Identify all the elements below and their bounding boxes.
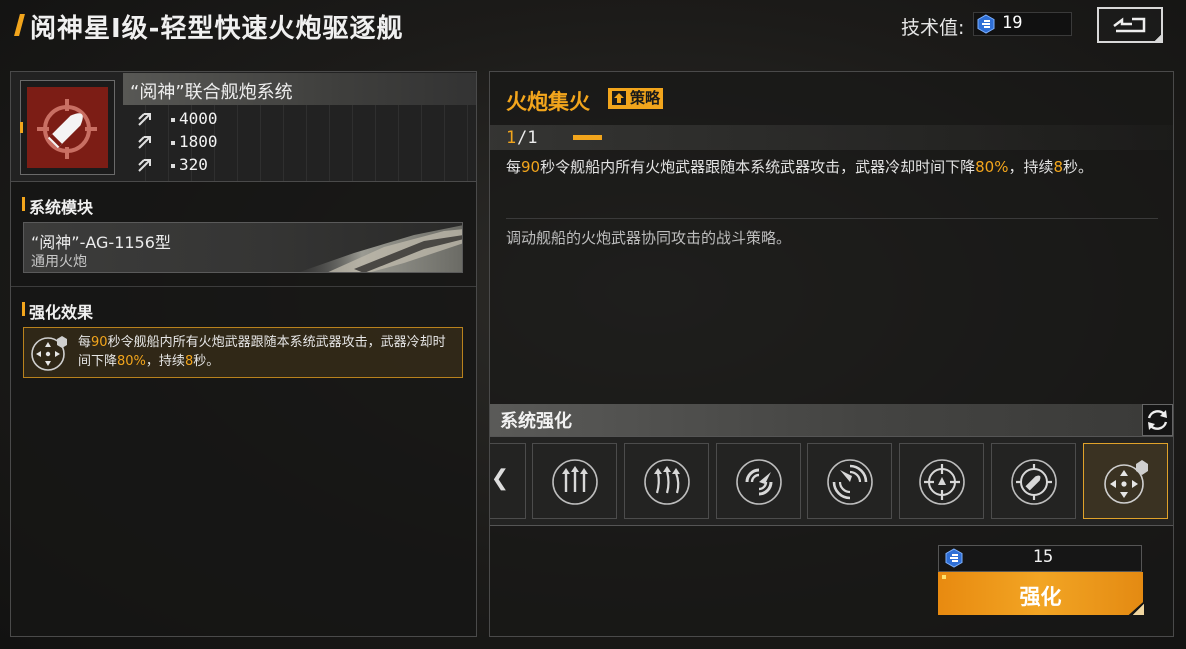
level-bar [573, 135, 602, 140]
triple-arrow-up-icon [552, 459, 598, 505]
module-name: “阅神”-AG-1156型 [31, 233, 171, 252]
upgrade-button-label: 强化 [1019, 585, 1062, 609]
stat-arrow-icon [138, 159, 151, 172]
radar-sweep-icon [736, 459, 782, 505]
refresh-button[interactable] [1142, 404, 1173, 436]
stat-arrow-icon [138, 136, 151, 149]
module-type: 通用火炮 [31, 254, 87, 270]
upgrade-slot[interactable] [807, 443, 892, 519]
page-title: 阅神星I级-轻型快速火炮驱逐舰 [30, 14, 404, 44]
crosshair-target-icon [919, 459, 965, 505]
effect-section-title: 强化效果 [29, 303, 94, 322]
tech-points-icon [977, 14, 995, 34]
stat-value: 320 [171, 155, 208, 174]
strategy-title: 火炮集火 [506, 90, 590, 114]
tech-value-label: 技术值: [901, 17, 965, 39]
upgrade-cost: 15 [1032, 547, 1054, 567]
fire-focus-icon [31, 336, 67, 371]
section-divider [11, 286, 476, 287]
strategy-flavor-text: 调动舰船的火炮武器协同攻击的战斗策略。 [506, 229, 792, 247]
triple-arrow-up-wave-icon [644, 459, 690, 505]
section-accent-bar [22, 302, 25, 316]
selected-indicator [20, 122, 23, 133]
level-max: /1 [517, 128, 538, 148]
system-upgrade-bar [490, 404, 1173, 436]
upgrade-button-corner [1133, 604, 1144, 615]
strategy-description: 每90秒令舰船内所有火炮武器跟随本系统武器攻击，武器冷却时间下降80%，持续8秒… [506, 158, 1094, 176]
chevron-left-icon: ❮ [490, 466, 510, 491]
upgrade-slot[interactable] [624, 443, 709, 519]
stat-value: 4000 [171, 109, 218, 128]
title-accent-bar [14, 14, 25, 36]
description-divider [506, 218, 1158, 219]
system-name: “阅神”联合舰炮系统 [130, 82, 293, 103]
stat-value: 1800 [171, 132, 218, 151]
level-current: 1 [506, 128, 517, 148]
shell-target-icon [37, 99, 97, 159]
effect-description: 每90秒令舰船内所有火炮武器跟随本系统武器攻击，武器冷却时间下降80%，持续8秒… [78, 335, 446, 369]
upgrade-slot[interactable] [532, 443, 617, 519]
upgrade-slot[interactable] [991, 443, 1076, 519]
upgrade-button-dot [942, 575, 946, 579]
upgrade-slot-selected[interactable] [1083, 443, 1168, 519]
strategy-badge: 策略 [608, 88, 664, 109]
back-return-icon [1113, 17, 1146, 33]
refresh-icon [1147, 410, 1168, 430]
upgrade-slot[interactable] [716, 443, 801, 519]
back-button[interactable] [1097, 7, 1163, 43]
crosshair-shell-icon [1011, 459, 1057, 505]
system-upgrade-title: 系统强化 [500, 411, 572, 432]
module-section-title: 系统模块 [29, 198, 94, 217]
stat-arrow-icon [138, 113, 151, 126]
system-icon-bg [27, 87, 108, 168]
tech-value: 19 [1002, 13, 1023, 33]
fire-focus-icon [1104, 460, 1148, 504]
upgrade-slot[interactable] [899, 443, 984, 519]
strategy-badge-icon [612, 91, 626, 105]
radar-sweep-alt-icon [827, 459, 873, 505]
section-accent-bar [22, 197, 25, 211]
